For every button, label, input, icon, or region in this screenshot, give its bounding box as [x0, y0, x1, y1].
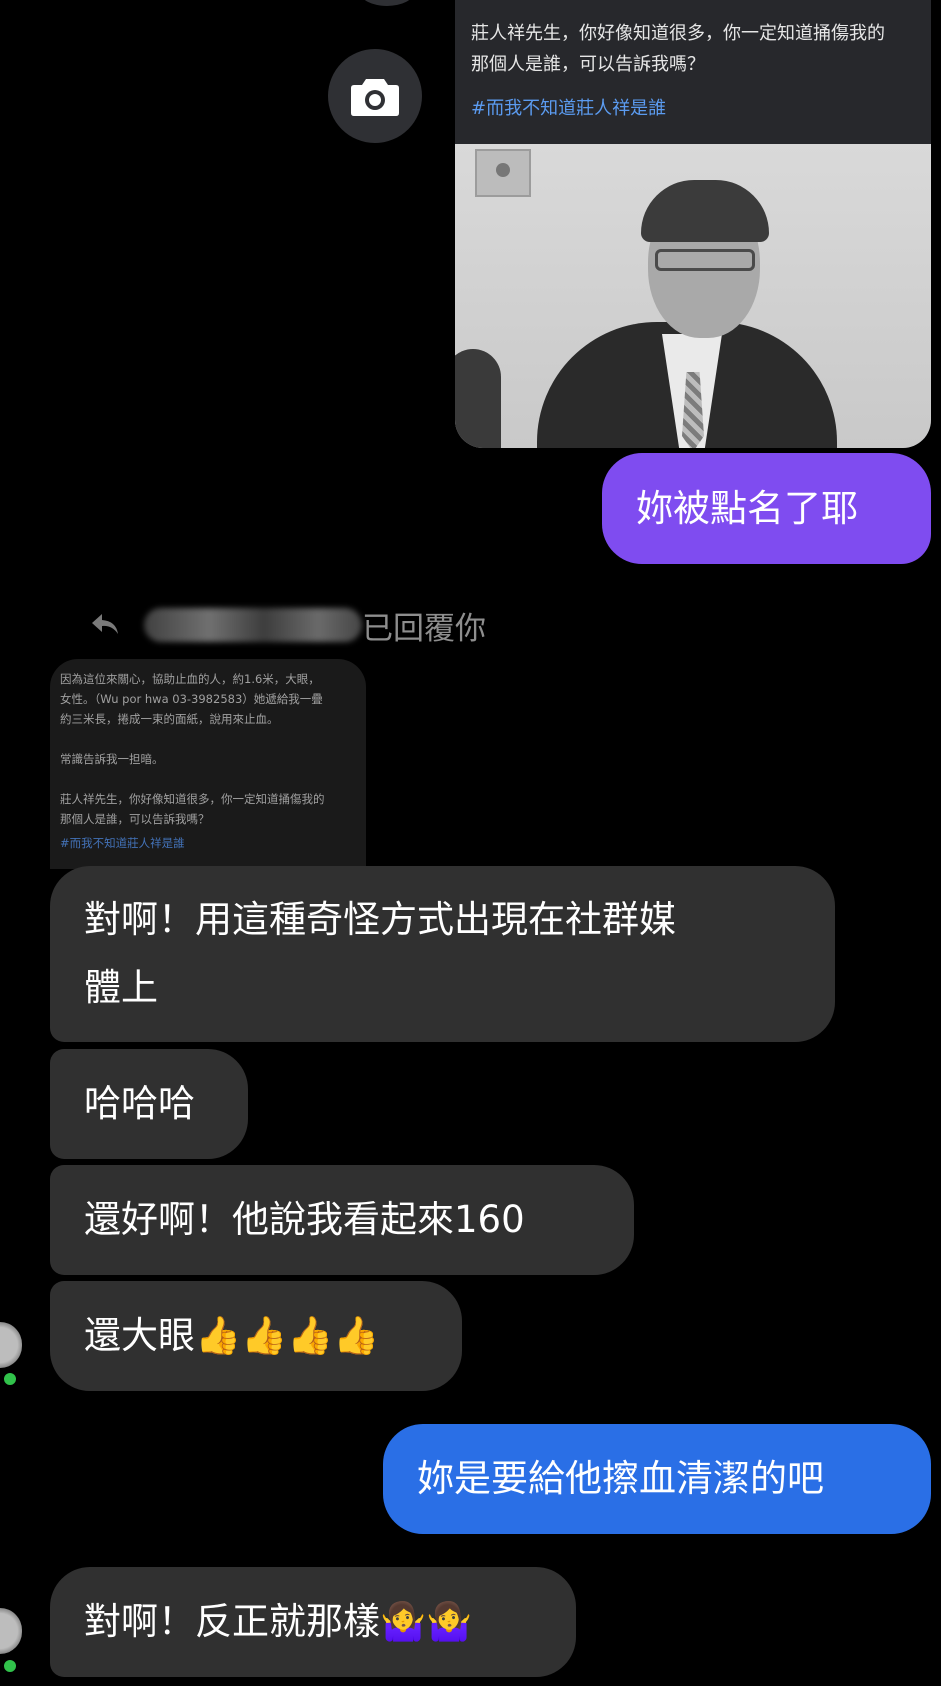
received-message-3[interactable]: 還好啊！他說我看起來160: [50, 1165, 634, 1275]
sender-avatar-2[interactable]: [0, 1608, 22, 1654]
received-message-1-line2: 體上: [84, 966, 158, 1009]
quoted-reply-preview[interactable]: 因為這位來關心，協助止血的人，約1.6米，大眼， 女性。（Wu por hwa …: [50, 659, 366, 869]
photo-hair: [641, 180, 769, 242]
shared-post-hashtag[interactable]: #而我不知道莊人祥是誰: [455, 80, 931, 120]
shared-post-text: 莊人祥先生，你好像知道很多，你一定知道捅傷我的 那個人是誰，可以告訴我嗎？: [471, 23, 885, 75]
photo-wall-switch: [475, 149, 531, 197]
reply-arrow-icon: [92, 614, 118, 634]
shared-post-photo[interactable]: [455, 144, 931, 448]
shared-post-card[interactable]: 莊人祥先生，你好像知道很多，你一定知道捅傷我的 那個人是誰，可以告訴我嗎？ #而…: [455, 0, 931, 448]
online-status-dot-2: [2, 1658, 18, 1674]
received-message-4-text: 還大眼👍👍👍👍: [84, 1314, 380, 1357]
blurred-sender-name: [144, 608, 362, 642]
received-message-2[interactable]: 哈哈哈: [50, 1049, 248, 1159]
photo-glasses: [655, 249, 755, 271]
camera-button[interactable]: [328, 49, 422, 143]
partial-button-top: [360, 0, 414, 6]
received-message-2-text: 哈哈哈: [84, 1082, 195, 1125]
sent-message-1-text: 妳被點名了耶: [636, 486, 858, 530]
sent-message-2[interactable]: 妳是要給他擦血清潔的吧: [383, 1424, 931, 1534]
quoted-reply-hashtag: #而我不知道莊人祥是誰: [60, 836, 185, 850]
online-status-dot: [2, 1371, 18, 1387]
photo-side-person: [455, 349, 501, 448]
received-message-3-text: 還好啊！他說我看起來160: [84, 1198, 525, 1241]
reply-label: 已回覆你: [362, 610, 486, 647]
sender-avatar[interactable]: [0, 1322, 22, 1368]
sent-message-1[interactable]: 妳被點名了耶: [602, 453, 931, 564]
reply-header: 已回覆你: [90, 600, 486, 650]
quoted-reply-text: 因為這位來關心，協助止血的人，約1.6米，大眼， 女性。（Wu por hwa …: [60, 672, 325, 826]
camera-icon: [351, 79, 399, 116]
sent-message-2-text: 妳是要給他擦血清潔的吧: [417, 1457, 824, 1500]
received-message-1[interactable]: 對啊！用這種奇怪方式出現在社群媒 體上: [50, 866, 835, 1042]
received-message-1-line1: 對啊！用這種奇怪方式出現在社群媒: [84, 898, 676, 941]
received-message-5[interactable]: 對啊！反正就那樣🤷‍♀️🤷‍♀️: [50, 1567, 576, 1677]
received-message-5-text: 對啊！反正就那樣🤷‍♀️🤷‍♀️: [84, 1600, 473, 1643]
received-message-4[interactable]: 還大眼👍👍👍👍: [50, 1281, 462, 1391]
